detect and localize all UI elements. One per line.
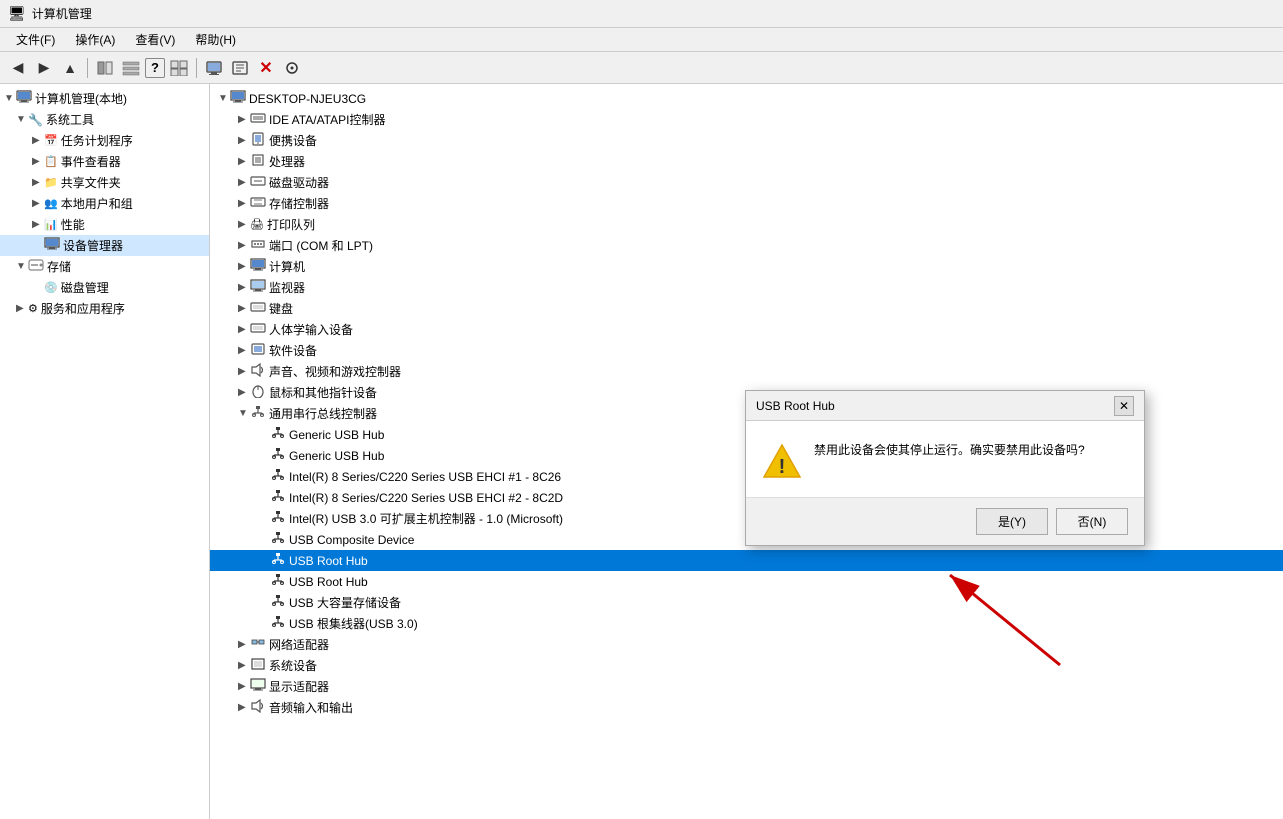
dialog-no-button[interactable]: 否(N) — [1056, 508, 1128, 535]
dialog-overlay: USB Root Hub ✕ ! 禁用此设备会使其停止运行。确实要禁用此设备吗?… — [0, 0, 1283, 819]
dialog-yes-button[interactable]: 是(Y) — [976, 508, 1048, 535]
dialog: USB Root Hub ✕ ! 禁用此设备会使其停止运行。确实要禁用此设备吗?… — [745, 390, 1145, 546]
dialog-footer: 是(Y) 否(N) — [746, 497, 1144, 545]
dialog-message: 禁用此设备会使其停止运行。确实要禁用此设备吗? — [814, 441, 1085, 459]
dialog-body: ! 禁用此设备会使其停止运行。确实要禁用此设备吗? — [746, 421, 1144, 497]
dialog-title: USB Root Hub — [756, 399, 835, 413]
svg-text:!: ! — [779, 456, 786, 478]
dialog-title-bar: USB Root Hub ✕ — [746, 391, 1144, 421]
warning-icon: ! — [762, 441, 802, 481]
dialog-close-button[interactable]: ✕ — [1114, 396, 1134, 416]
